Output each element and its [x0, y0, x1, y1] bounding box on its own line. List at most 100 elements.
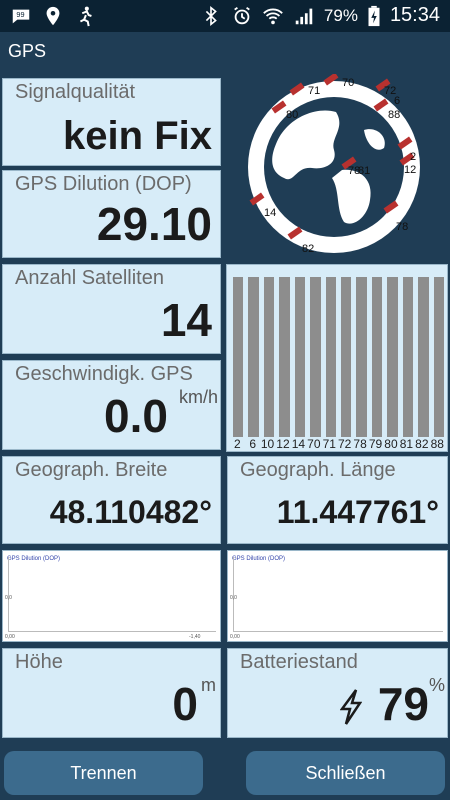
- longitude-label: Geograph. Länge: [240, 459, 396, 481]
- satellite-signal-bar: [387, 277, 398, 437]
- altitude-unit: m: [201, 675, 216, 695]
- dop-history-chart-left: GPS Dilution (DOP) 0,0 0,00 -1,40: [2, 550, 221, 642]
- latitude-value: 48.110482°: [49, 494, 212, 530]
- satellite-signal-bar: [433, 277, 444, 437]
- signal-quality-label: Signalqualität: [15, 81, 136, 103]
- satellite-signal-bar: [371, 277, 383, 437]
- status-bar-right: 79% 15:34: [200, 4, 440, 27]
- satellite-signal-bar: [341, 277, 352, 437]
- running-person-icon: [79, 6, 92, 27]
- satellite-signal-label: 71: [322, 437, 336, 451]
- status-time: 15:34: [389, 4, 440, 26]
- status-bar: 99 79% 15:34: [0, 0, 450, 32]
- chart-tick-x-start: 0,00: [230, 634, 240, 640]
- satellite-signal-label: 12: [276, 437, 290, 451]
- satellite-signal-label: 10: [260, 437, 275, 451]
- chart-tick-y: 0,0: [230, 595, 237, 601]
- app-title: GPS: [8, 41, 47, 61]
- chart-tick-y: 0,0: [5, 595, 12, 601]
- chart-tick-x-start: 0,00: [5, 634, 15, 640]
- battery-label: Batteriestand: [240, 651, 358, 673]
- chart-y-axis: [233, 557, 234, 631]
- battery-unit: %: [428, 675, 445, 695]
- dop-value: 29.10: [96, 198, 212, 250]
- speed-value: 0.0: [104, 390, 168, 442]
- globe-sat-label: 2: [410, 151, 416, 163]
- latitude-label: Geograph. Breite: [15, 459, 168, 481]
- globe-sat-label: 80: [286, 109, 298, 121]
- satellite-signal-label: 14: [291, 437, 306, 451]
- satellite-signal-label: 81: [399, 437, 414, 451]
- globe-sat-label: 70: [342, 77, 354, 89]
- chart-title: GPS Dilution (DOP): [232, 556, 286, 562]
- satellite-signal-bar: [279, 277, 290, 437]
- satellite-signal-bar: [402, 277, 414, 437]
- latitude-tile[interactable]: Geograph. Breite 48.110482°: [2, 456, 221, 544]
- longitude-tile[interactable]: Geograph. Länge 11.447761°: [227, 456, 448, 544]
- dop-history-chart-right: GPS Dilution (DOP) 0,0 0,00: [227, 550, 448, 642]
- chart-tick-x-end: -1,40: [189, 634, 201, 640]
- chat-icon: 99: [12, 9, 30, 24]
- speed-tile[interactable]: Geschwindigk. GPS 0.0 km/h: [2, 360, 221, 450]
- satellite-signal-label: 79: [368, 437, 383, 451]
- satellite-signal-label: 82: [415, 437, 429, 451]
- location-pin-icon: [46, 6, 60, 26]
- disconnect-button[interactable]: Trennen: [4, 751, 203, 795]
- app-title-bar: GPS: [0, 32, 450, 72]
- satellite-signal-chart: 2 6 10 12 14 70 71 72 78 79 80 81 82 88: [226, 264, 448, 452]
- satellite-count-tile[interactable]: Anzahl Satelliten 14: [2, 264, 221, 354]
- satellite-signal-bar: [233, 277, 244, 437]
- svg-text:99: 99: [16, 10, 24, 19]
- satellite-globe-view: 71 70 72 6 80 88 78 81 2 12 14 78 82: [224, 72, 448, 260]
- globe-sat-label: 88: [388, 109, 400, 121]
- chart-title: GPS Dilution (DOP): [7, 556, 61, 562]
- bluetooth-icon: [205, 5, 217, 26]
- satellite-signal-label: 6: [249, 437, 257, 451]
- dop-label: GPS Dilution (DOP): [15, 173, 192, 195]
- battery-charging-icon: [368, 5, 380, 26]
- globe-sat-label: 12: [404, 164, 416, 176]
- signal-icon: [295, 8, 313, 24]
- close-button[interactable]: Schließen: [246, 751, 445, 795]
- satellite-signal-bar: [418, 277, 429, 437]
- battery-percent: 79%: [323, 5, 358, 25]
- altitude-tile[interactable]: Höhe 0 m: [2, 648, 221, 738]
- altitude-label: Höhe: [15, 651, 63, 673]
- satellite-signal-label: 70: [307, 437, 321, 451]
- chart-x-axis: [8, 631, 216, 632]
- satellite-signal-bar: [356, 277, 367, 437]
- signal-quality-tile[interactable]: Signalqualität kein Fix: [2, 78, 221, 166]
- status-bar-left: 99: [10, 5, 96, 27]
- globe-sat-label: 82: [302, 243, 314, 255]
- chart-y-axis: [8, 557, 9, 631]
- satellite-signal-label: 88: [430, 437, 444, 451]
- satellite-signal-label: 72: [338, 437, 352, 451]
- satellite-signal-label: 2: [234, 437, 241, 451]
- lightning-icon: [340, 689, 362, 725]
- satellite-signal-bar: [263, 277, 275, 437]
- chart-x-axis: [233, 631, 443, 632]
- globe-sat-label: 81: [358, 165, 370, 177]
- wifi-icon: [263, 8, 283, 24]
- globe-sat-label: 78: [396, 221, 408, 233]
- globe-sat-label: 71: [308, 85, 320, 97]
- dop-tile[interactable]: GPS Dilution (DOP) 29.10: [2, 170, 221, 258]
- satellite-signal-bar: [294, 277, 306, 437]
- alarm-icon: [234, 6, 250, 24]
- globe-sat-label: 14: [264, 207, 276, 219]
- satellite-signal-label: 80: [384, 437, 398, 451]
- satellite-signal-bar: [325, 277, 336, 437]
- battery-value: 79: [377, 678, 429, 730]
- altitude-value: 0: [172, 678, 198, 730]
- satellite-signal-label: 78: [353, 437, 367, 451]
- satellite-signal-bar: [310, 277, 321, 437]
- longitude-value: 11.447761°: [276, 494, 439, 530]
- signal-quality-value: kein Fix: [63, 114, 212, 158]
- battery-tile[interactable]: Batteriestand 79 %: [227, 648, 448, 738]
- speed-unit: km/h: [178, 387, 218, 407]
- speed-label: Geschwindigk. GPS: [15, 363, 193, 385]
- satellite-count-value: 14: [160, 294, 212, 346]
- satellite-signal-bar: [248, 277, 259, 437]
- satellite-count-label: Anzahl Satelliten: [15, 267, 164, 289]
- globe-sat-label: 6: [394, 95, 400, 107]
